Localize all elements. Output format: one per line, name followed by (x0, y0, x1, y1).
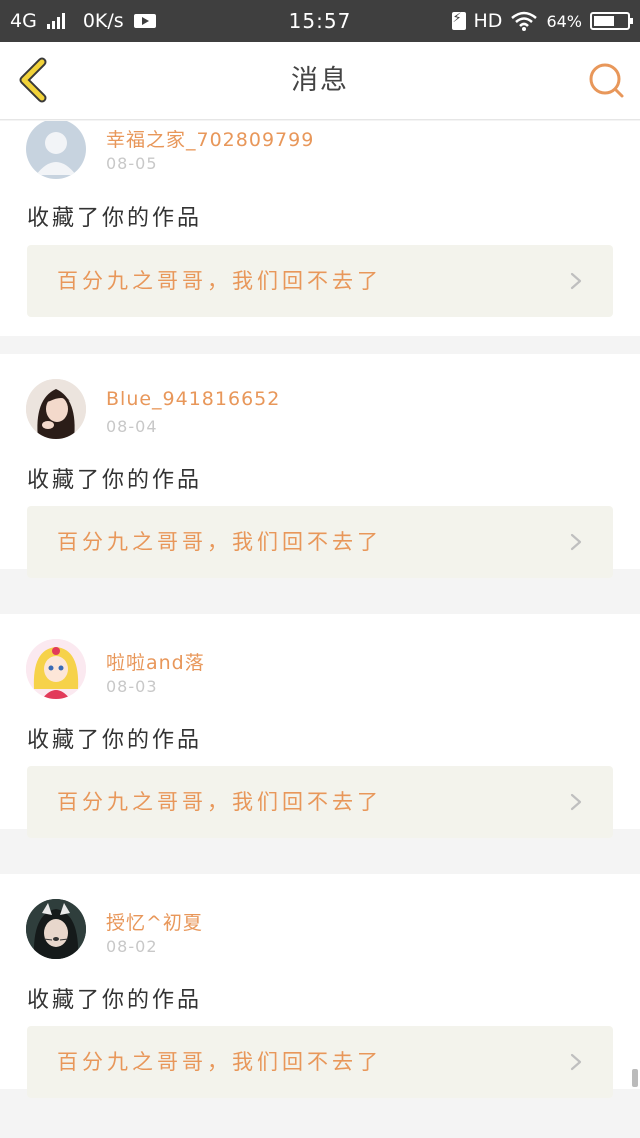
battery-percent: 64% (546, 11, 582, 31)
message-card: 啦啦and落 08-03 收藏了你的作品 百分九之哥哥，我们回不去了 (0, 614, 640, 838)
scrollbar-thumb[interactable] (632, 1069, 638, 1087)
wifi-icon (511, 11, 538, 31)
work-link[interactable]: 百分九之哥哥，我们回不去了 (27, 766, 613, 838)
status-bar: 4G 0K/s 15:57 HD 64% (0, 0, 640, 42)
username[interactable]: Blue_941816652 (106, 388, 280, 410)
hd-indicator: HD (473, 10, 503, 32)
app-header: 消息 (0, 42, 640, 120)
default-avatar-icon[interactable] (26, 121, 86, 179)
message-list: 幸福之家_702809799 08-05 收藏了你的作品 百分九之哥哥，我们回不… (0, 121, 640, 1138)
message-date: 08-04 (106, 417, 158, 436)
message-action: 收藏了你的作品 (27, 468, 203, 493)
work-link[interactable]: 百分九之哥哥，我们回不去了 (27, 1026, 613, 1098)
message-card: 授忆^初夏 08-02 收藏了你的作品 百分九之哥哥，我们回不去了 (0, 874, 640, 1098)
chevron-right-icon (570, 1053, 582, 1071)
chevron-right-icon (570, 272, 582, 290)
chevron-right-icon (570, 793, 582, 811)
cat-filter-avatar[interactable] (26, 899, 86, 959)
work-link[interactable]: 百分九之哥哥，我们回不去了 (27, 506, 613, 578)
battery-fill (594, 16, 614, 26)
work-title: 百分九之哥哥，我们回不去了 (57, 269, 382, 293)
chevron-right-icon (570, 533, 582, 551)
message-action: 收藏了你的作品 (27, 728, 203, 753)
anime-girl-avatar[interactable] (26, 639, 86, 699)
message-action: 收藏了你的作品 (27, 206, 203, 231)
work-title: 百分九之哥哥，我们回不去了 (57, 1050, 382, 1074)
message-date: 08-02 (106, 937, 158, 956)
search-icon[interactable] (586, 60, 626, 100)
work-title: 百分九之哥哥，我们回不去了 (57, 790, 382, 814)
message-action: 收藏了你的作品 (27, 988, 203, 1013)
page-title: 消息 (291, 65, 349, 96)
username[interactable]: 授忆^初夏 (106, 908, 203, 935)
username[interactable]: 幸福之家_702809799 (106, 125, 314, 152)
charging-icon (451, 11, 466, 30)
work-title: 百分九之哥哥，我们回不去了 (57, 530, 382, 554)
message-date: 08-03 (106, 677, 158, 696)
work-link[interactable]: 百分九之哥哥，我们回不去了 (27, 245, 613, 317)
status-right: HD 64% (451, 0, 633, 42)
username[interactable]: 啦啦and落 (106, 648, 205, 675)
message-card: Blue_941816652 08-04 收藏了你的作品 百分九之哥哥，我们回不… (0, 354, 640, 578)
girl-photo-avatar[interactable] (26, 379, 86, 439)
battery-icon (590, 12, 633, 30)
message-card: 幸福之家_702809799 08-05 收藏了你的作品 百分九之哥哥，我们回不… (0, 121, 640, 336)
message-date: 08-05 (106, 154, 158, 173)
